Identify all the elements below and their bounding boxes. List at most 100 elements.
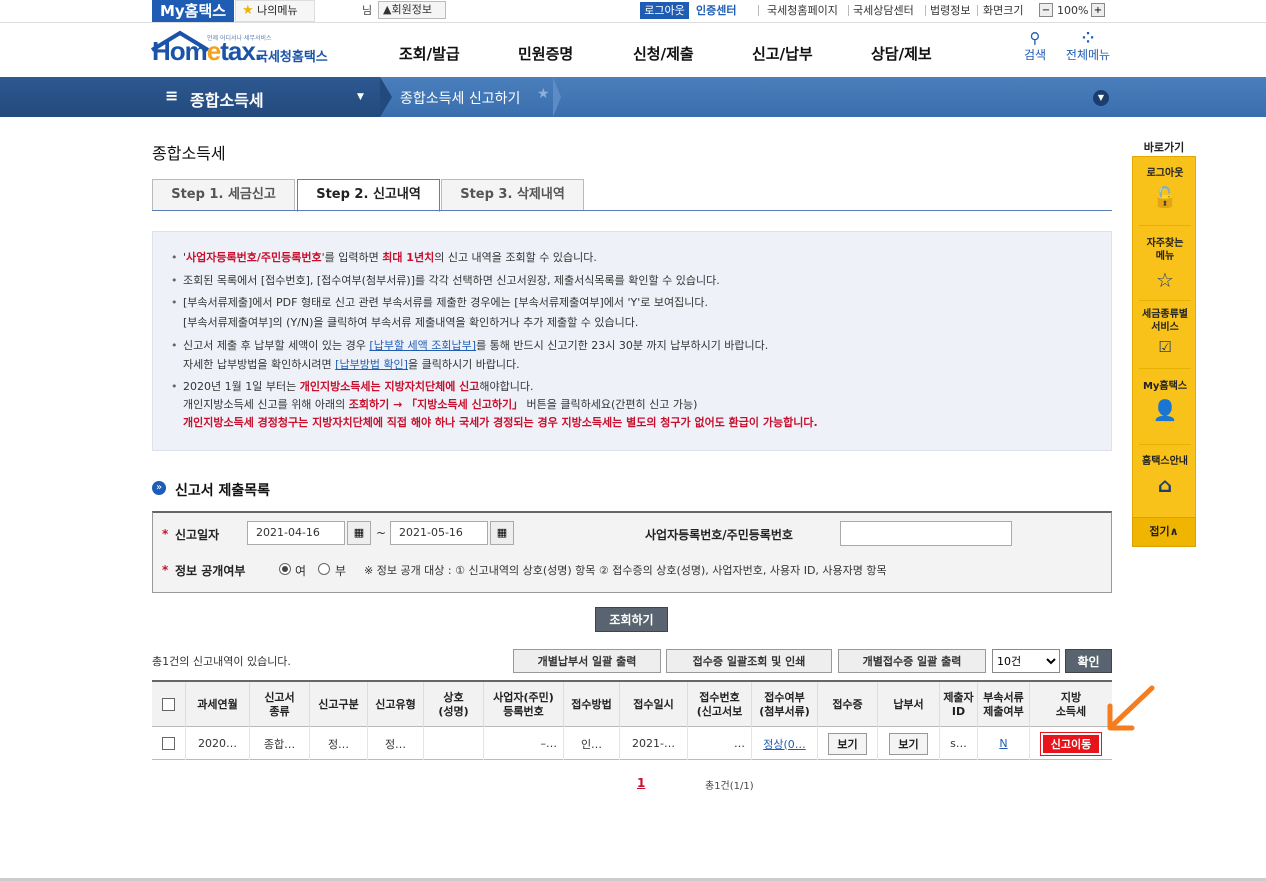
calendar-icon[interactable]: ▦ bbox=[490, 521, 514, 545]
table-header: 과세연월 신고서 종류 신고구분 신고유형 상호 (성명) 사업자(주민) 등록… bbox=[152, 682, 1112, 727]
annotation-arrow-icon bbox=[1107, 685, 1155, 731]
cell-attach-link[interactable]: N bbox=[978, 727, 1030, 760]
notice-line-6: 개인지방소득세 경정청구는 지방자치단체에 직접 해야 하나 국세가 경정되는 … bbox=[183, 416, 818, 429]
page-number-current[interactable]: 1 bbox=[637, 776, 645, 790]
section-title: 신고서 제출목록 bbox=[175, 483, 271, 499]
cert-center-link[interactable]: 인증센터 bbox=[696, 2, 736, 19]
quick-my-hometax[interactable]: My홈택스 👤 bbox=[1133, 380, 1197, 421]
pay-tax-link[interactable]: [납부할 세액 조회납부] bbox=[369, 339, 476, 352]
all-menu-button[interactable]: ⁘ 전체메뉴 bbox=[1062, 30, 1114, 63]
favorite-star-icon[interactable]: ★ bbox=[537, 86, 550, 102]
biz-no-input[interactable] bbox=[840, 521, 1012, 546]
gnb-report-payment[interactable]: 신고/납부 bbox=[752, 43, 813, 64]
public-yes-radio[interactable] bbox=[279, 563, 291, 575]
column-header: 상호 (성명) bbox=[424, 682, 484, 727]
zoom-in-button[interactable]: + bbox=[1091, 3, 1105, 17]
logo-text-e: e bbox=[206, 36, 222, 66]
column-header: 과세연월 bbox=[186, 682, 250, 727]
column-header: 접수증 bbox=[818, 682, 878, 727]
column-header: 신고구분 bbox=[310, 682, 368, 727]
menu-icon: ≡ bbox=[165, 86, 179, 105]
gnb-application[interactable]: 신청/제출 bbox=[633, 43, 694, 64]
star-outline-icon: ☆ bbox=[1156, 268, 1174, 292]
public-label: 정보 공개여부 bbox=[175, 564, 246, 578]
cell-payment: 보기 bbox=[878, 727, 940, 760]
quick-menu-collapse-button[interactable]: 접기∧ bbox=[1132, 517, 1196, 547]
column-header: 부속서류 제출여부 bbox=[978, 682, 1030, 727]
member-info-button[interactable]: ▲회원정보 bbox=[378, 1, 446, 19]
row-checkbox[interactable] bbox=[162, 737, 175, 750]
quick-tax-services[interactable]: 세금종류별 서비스 ☑ bbox=[1133, 308, 1197, 358]
hometax-logo[interactable]: Hometax. bbox=[152, 36, 262, 67]
quick-tax-services-label: 세금종류별 서비스 bbox=[1142, 309, 1188, 333]
quick-favorites[interactable]: 자주찾는 메뉴 ☆ bbox=[1133, 237, 1197, 291]
tax-counsel-link[interactable]: 국세상담센터 bbox=[853, 2, 914, 19]
divider bbox=[848, 5, 849, 16]
quick-logout[interactable]: 로그아웃 🔓 bbox=[1133, 167, 1197, 208]
column-header: 접수번호 (신고서보 bbox=[688, 682, 752, 727]
logo-text-tax: tax. bbox=[220, 36, 262, 66]
quick-menu: 로그아웃 🔓 자주찾는 메뉴 ☆ 세금종류별 서비스 ☑ My홈택스 👤 홈택스안내 ⌂ bbox=[1132, 156, 1196, 547]
local-tax-move-button[interactable]: 신고이동 bbox=[1039, 731, 1103, 756]
tab-step2-report-history[interactable]: Step 2. 신고내역 bbox=[297, 179, 440, 212]
divider bbox=[1139, 368, 1191, 369]
gnb-counsel[interactable]: 상담/제보 bbox=[871, 43, 932, 64]
calendar-icon[interactable]: ▦ bbox=[347, 521, 371, 545]
bulk-receipt-print-button[interactable]: 접수증 일괄조회 및 인쇄 bbox=[666, 649, 832, 673]
tab-step1-tax-report[interactable]: Step 1. 세금신고 bbox=[152, 179, 295, 211]
select-all-checkbox[interactable] bbox=[162, 698, 175, 711]
page-total: 총1건(1/1) bbox=[705, 781, 754, 792]
column-header: 제출자 ID bbox=[940, 682, 978, 727]
query-button[interactable]: 조회하기 bbox=[595, 607, 668, 632]
row-select-cell[interactable] bbox=[152, 727, 186, 760]
location-title: 종합소득세 bbox=[190, 91, 264, 110]
location-expand-button[interactable]: ▼ bbox=[1093, 90, 1109, 106]
payment-method-link[interactable]: [납부방법 확인] bbox=[335, 358, 408, 371]
required-mark: * bbox=[162, 527, 169, 541]
tab-step3-deleted-history[interactable]: Step 3. 삭제내역 bbox=[441, 179, 584, 211]
member-info-label: 회원정보 bbox=[391, 3, 432, 16]
notice-line-3a: • [부속서류제출]에서 PDF 형태로 신고 관련 부속서류를 제출한 경우에는… bbox=[171, 296, 708, 309]
gnb-inquiry[interactable]: 조회/발급 bbox=[399, 43, 460, 64]
tab-underline bbox=[152, 210, 1112, 211]
divider bbox=[977, 5, 978, 16]
bulk-payment-print-button[interactable]: 개별납부서 일괄 출력 bbox=[513, 649, 661, 673]
divider bbox=[758, 5, 759, 16]
notice-line-5b: 개인지방소득세 신고를 위해 아래의 조회하기 → 「지방소득세 신고하기」 버… bbox=[183, 398, 698, 411]
page-size-confirm-button[interactable]: 확인 bbox=[1065, 649, 1112, 673]
unlock-icon: 🔓 bbox=[1152, 185, 1178, 209]
divider bbox=[1139, 444, 1191, 445]
view-payment-button[interactable]: 보기 bbox=[889, 732, 928, 755]
quick-favorites-label: 자주찾는 메뉴 bbox=[1146, 238, 1184, 262]
gnb-certificates[interactable]: 민원증명 bbox=[518, 43, 573, 64]
location-current[interactable]: 종합소득세 신고하기 bbox=[400, 88, 520, 108]
column-header: 신고서 종류 bbox=[250, 682, 310, 727]
cell-name bbox=[424, 727, 484, 760]
view-receipt-button[interactable]: 보기 bbox=[828, 732, 867, 755]
cell-receipt-no[interactable]: … bbox=[688, 727, 752, 760]
cell-status-link[interactable]: 정상(0… bbox=[752, 727, 818, 760]
logout-button[interactable]: 로그아웃 bbox=[640, 2, 689, 19]
location-divider bbox=[553, 77, 561, 117]
page-title: 종합소득세 bbox=[152, 144, 226, 163]
nts-homepage-link[interactable]: 국세청홈페이지 bbox=[767, 2, 838, 19]
quick-guide[interactable]: 홈택스안내 ⌂ bbox=[1133, 455, 1197, 496]
bulk-indiv-receipt-print-button[interactable]: 개별접수증 일괄 출력 bbox=[838, 649, 986, 673]
my-hometax-link[interactable]: My홈택스 bbox=[152, 0, 234, 22]
table-row: 2020… 종합… 정… 정… –… 인… 2021-… … 정상(0… 보기 … bbox=[152, 727, 1112, 760]
search-button[interactable]: ⚲ 검색 bbox=[1018, 30, 1052, 63]
notice-line-1: • '사업자등록번호/주민등록번호'를 입력하면 최대 1년치의 신고 내역을 조… bbox=[171, 251, 597, 264]
date-from-input[interactable]: 2021-04-16 bbox=[247, 521, 345, 545]
page-size-select[interactable]: 10건 bbox=[992, 649, 1060, 673]
my-menu-link[interactable]: ★ 나의메뉴 bbox=[235, 0, 315, 22]
law-info-link[interactable]: 법령정보 bbox=[930, 2, 970, 19]
date-to-input[interactable]: 2021-05-16 bbox=[390, 521, 488, 545]
public-no-radio[interactable] bbox=[318, 563, 330, 575]
public-yes-label: 여 bbox=[295, 564, 307, 578]
zoom-out-button[interactable]: − bbox=[1039, 3, 1053, 17]
person-icon: 👤 bbox=[1152, 398, 1178, 422]
search-label: 검색 bbox=[1023, 48, 1047, 62]
header-select-all[interactable] bbox=[152, 682, 186, 727]
column-header: 접수방법 bbox=[564, 682, 620, 727]
grid-icon: ⁘ bbox=[1081, 29, 1095, 47]
